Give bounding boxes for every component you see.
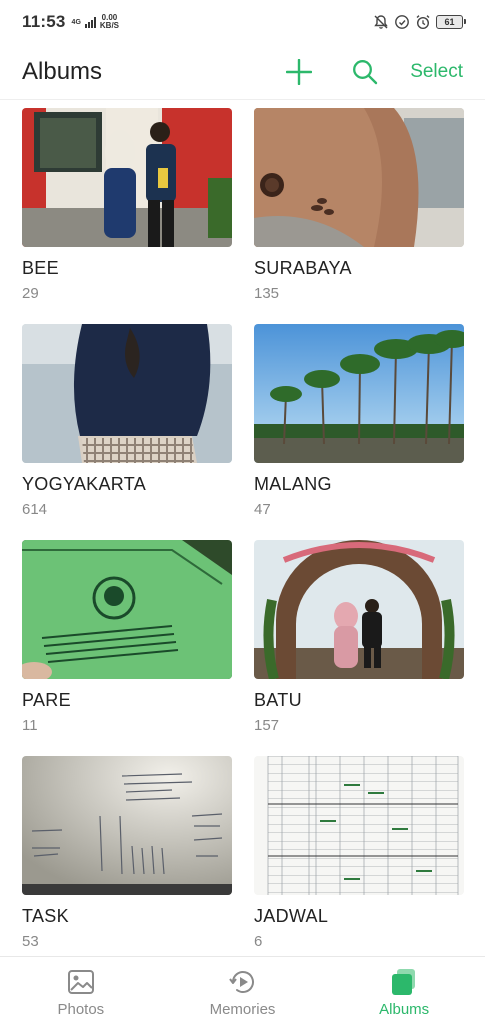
album-pare[interactable]: PARE 11 <box>22 540 232 756</box>
album-cover-image <box>254 108 464 247</box>
album-name: PARE <box>22 690 71 710</box>
albums-icon <box>392 969 416 995</box>
album-cover-image <box>22 108 232 247</box>
network-speed: 0.00 KB/S <box>100 14 119 30</box>
album-name: SURABAYA <box>254 258 352 278</box>
album-thumbnail <box>254 108 464 247</box>
album-thumbnail <box>22 108 232 247</box>
nav-label-memories: Memories <box>209 1001 276 1018</box>
album-count: 6 <box>254 933 263 950</box>
nav-label-albums: Albums <box>379 1001 430 1018</box>
search-icon <box>353 59 378 84</box>
album-surabaya[interactable]: SURABAYA 135 <box>254 108 464 324</box>
album-cover-image <box>254 324 464 463</box>
mute-bell-icon <box>374 15 388 29</box>
album-name: BEE <box>22 258 59 278</box>
album-count: 53 <box>22 933 39 950</box>
album-task[interactable]: TASK 53 <box>22 756 232 972</box>
album-thumbnail <box>22 540 232 679</box>
add-album-button[interactable] <box>282 55 316 89</box>
album-cover-image <box>22 540 232 679</box>
album-count: 29 <box>22 285 39 302</box>
album-name: TASK <box>22 906 69 926</box>
album-count: 11 <box>22 717 38 734</box>
network-indicator: 4G 0.00 KB/S <box>72 14 119 30</box>
album-thumbnail <box>254 540 464 679</box>
album-thumbnail <box>22 756 232 895</box>
data-saver-icon <box>395 15 409 29</box>
memories-icon <box>228 971 254 993</box>
battery-level: 61 <box>444 17 455 27</box>
status-bar: 11:53 4G 0.00 KB/S 61 <box>0 0 485 44</box>
album-yogyakarta[interactable]: YOGYAKARTA 614 <box>22 324 232 540</box>
status-time: 11:53 <box>22 12 66 31</box>
nav-tab-photos[interactable]: Photos <box>0 957 162 1024</box>
album-grid: BEE 29 SURABAYA 135 YOGYAKARTA 614 MALAN… <box>22 108 464 972</box>
nav-label-photos: Photos <box>57 1001 105 1018</box>
album-batu[interactable]: BATU 157 <box>254 540 464 756</box>
album-name: JADWAL <box>254 906 329 926</box>
album-cover-image <box>22 324 232 463</box>
battery-icon: 61 <box>436 15 466 29</box>
network-type: 4G <box>71 18 81 26</box>
search-button[interactable] <box>348 55 382 89</box>
signal-icon <box>84 16 96 28</box>
app-header: Albums Select <box>0 44 485 100</box>
album-thumbnail <box>22 324 232 463</box>
album-thumbnail <box>254 324 464 463</box>
album-cover-image <box>22 756 232 895</box>
album-name: YOGYAKARTA <box>22 474 147 494</box>
nav-tab-albums[interactable]: Albums <box>323 957 485 1024</box>
nav-tab-memories[interactable]: Memories <box>162 957 324 1024</box>
album-cover-image <box>254 756 464 895</box>
album-count: 614 <box>22 501 48 518</box>
album-malang[interactable]: MALANG 47 <box>254 324 464 540</box>
album-bee[interactable]: BEE 29 <box>22 108 232 324</box>
album-name: BATU <box>254 690 302 710</box>
bottom-navigation: Photos Memories Albums <box>0 956 485 1024</box>
album-count: 135 <box>254 285 280 302</box>
album-thumbnail <box>254 756 464 895</box>
album-jadwal[interactable]: JADWAL 6 <box>254 756 464 972</box>
plus-icon <box>286 58 313 85</box>
album-count: 47 <box>254 501 271 518</box>
network-speed-unit: KB/S <box>99 21 120 30</box>
alarm-icon <box>416 15 430 30</box>
page-title: Albums <box>22 57 103 85</box>
photos-icon <box>67 970 94 994</box>
album-cover-image <box>254 540 464 679</box>
album-name: MALANG <box>254 474 332 494</box>
album-count: 157 <box>254 717 280 734</box>
select-button[interactable]: Select <box>410 61 463 83</box>
